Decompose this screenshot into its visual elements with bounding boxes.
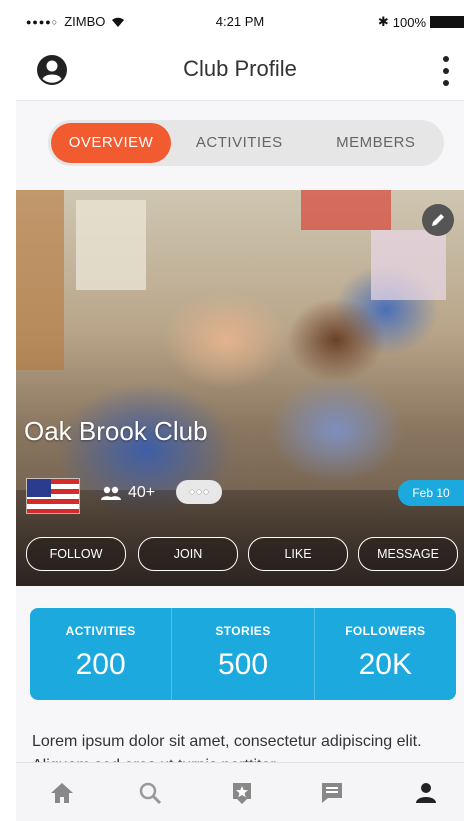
- stat-label: FOLLOWERS: [345, 624, 426, 638]
- more-members-button[interactable]: [176, 480, 222, 504]
- member-count[interactable]: 40+: [100, 484, 155, 502]
- like-button[interactable]: LIKE: [248, 537, 348, 571]
- action-buttons: FOLLOW JOIN LIKE MESSAGE: [26, 537, 464, 571]
- cover-photo-detail: [301, 190, 391, 230]
- club-profile-screen: ●●●●○ ZIMBO 4:21 PM ✱ 100% Club Profile …: [16, 0, 464, 821]
- bottom-tab-bar: [16, 762, 464, 821]
- chat-icon[interactable]: [318, 779, 346, 807]
- stat-activities[interactable]: ACTIVITIES 200: [30, 608, 173, 700]
- stats-card: ACTIVITIES 200 STORIES 500 FOLLOWERS 20K: [30, 608, 456, 700]
- stat-label: STORIES: [215, 624, 271, 638]
- nav-header: Club Profile: [16, 42, 464, 101]
- stat-stories[interactable]: STORIES 500: [172, 608, 315, 700]
- people-icon: [101, 486, 121, 500]
- stat-value: 200: [75, 648, 126, 681]
- pencil-icon: [432, 214, 444, 226]
- cover-photo-detail: [16, 190, 64, 370]
- status-bar: ●●●●○ ZIMBO 4:21 PM ✱ 100%: [16, 0, 464, 42]
- us-flag-icon: [26, 478, 80, 514]
- stat-value: 500: [217, 648, 269, 681]
- member-count-label: 40+: [128, 484, 156, 501]
- star-badge-icon[interactable]: [228, 779, 256, 807]
- join-button[interactable]: JOIN: [138, 537, 238, 571]
- battery-icon: [430, 16, 464, 28]
- more-options-icon[interactable]: [442, 56, 450, 86]
- search-icon[interactable]: [136, 779, 164, 807]
- segmented-tabs: OVERVIEW ACTIVITIES MEMBERS: [48, 120, 444, 166]
- club-cover-photo: Oak Brook Club 40+ Feb 10 FOLLOW JOIN LI…: [16, 190, 464, 586]
- tab-activities[interactable]: ACTIVITIES: [171, 123, 308, 163]
- follow-button[interactable]: FOLLOW: [26, 537, 126, 571]
- date-badge: Feb 10: [398, 480, 464, 506]
- tab-overview[interactable]: OVERVIEW: [51, 123, 171, 163]
- home-icon[interactable]: [48, 779, 76, 807]
- battery-label: 100%: [392, 14, 426, 30]
- club-name: Oak Brook Club: [24, 416, 208, 446]
- stat-value: 20K: [358, 648, 413, 681]
- page-title: Club Profile: [183, 56, 297, 81]
- bluetooth-icon: ✱: [377, 14, 389, 29]
- stat-followers[interactable]: FOLLOWERS 20K: [315, 608, 456, 700]
- cover-photo-detail: [76, 200, 146, 290]
- edit-cover-button[interactable]: [422, 204, 454, 236]
- tab-members[interactable]: MEMBERS: [308, 123, 445, 163]
- cover-photo-detail: [371, 230, 446, 300]
- stat-label: ACTIVITIES: [65, 624, 136, 638]
- message-button[interactable]: MESSAGE: [358, 537, 458, 571]
- profile-icon[interactable]: [412, 779, 440, 807]
